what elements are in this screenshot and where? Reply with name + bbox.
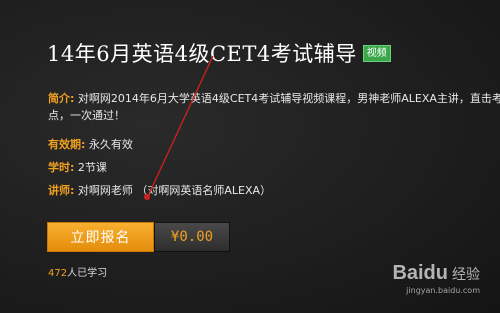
baidu-jingyan-watermark: Baidu 经验 jingyan.baidu.com xyxy=(392,262,480,295)
watermark-brand: Baidu xyxy=(392,262,448,284)
annotation-dot xyxy=(144,194,150,200)
annotation-line xyxy=(147,55,214,197)
watermark-cn: 经验 xyxy=(452,266,480,283)
watermark-url: jingyan.baidu.com xyxy=(406,286,480,295)
